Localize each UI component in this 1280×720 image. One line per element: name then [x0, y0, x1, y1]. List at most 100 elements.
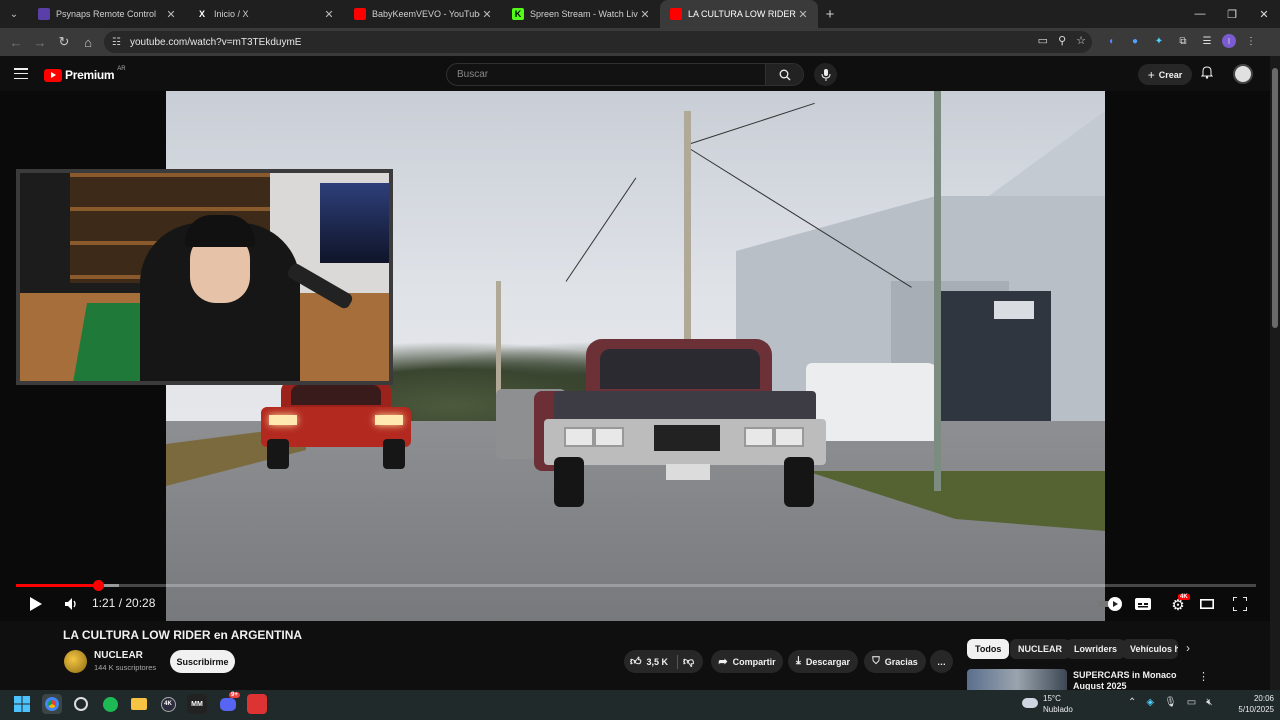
video-player[interactable] [0, 91, 1270, 621]
spotify-taskbar-icon[interactable] [100, 694, 120, 714]
close-window-button[interactable]: ✕ [1248, 0, 1280, 28]
reload-icon[interactable]: ↻ [52, 30, 76, 54]
tab-title: BabyKeemVEVO - YouTube [372, 9, 480, 19]
video-building-sign [994, 301, 1034, 319]
home-icon[interactable]: ⌂ [76, 30, 100, 54]
forward-icon[interactable]: → [28, 30, 52, 54]
thanks-label: Gracias [884, 656, 918, 667]
tab-title: Inicio / X [214, 9, 249, 19]
bookmark-star-icon[interactable]: ☆ [1076, 34, 1086, 47]
zoom-icon[interactable]: ⚲ [1058, 34, 1066, 47]
network-icon[interactable]: ◈ [1146, 697, 1154, 708]
system-clock[interactable]: 20:06 5/10/2025 [1222, 693, 1274, 715]
browser-tab-5-active[interactable]: LA CULTURA LOW RIDER en AR ✕ [660, 0, 818, 28]
scrollbar-thumb[interactable] [1272, 68, 1278, 328]
new-tab-button[interactable]: + [818, 6, 842, 23]
close-tab-icon[interactable]: ✕ [638, 8, 652, 21]
profile-icon[interactable]: I [1222, 34, 1236, 48]
discord-taskbar-icon[interactable]: 9+ [218, 692, 240, 714]
puzzle-icon[interactable]: ⧉ [1174, 32, 1192, 50]
play-button[interactable] [26, 596, 44, 612]
app-mm-taskbar-icon[interactable]: MM [187, 694, 207, 714]
chrome-taskbar-icon[interactable] [42, 694, 62, 714]
extension-icon[interactable]: ◖ [1102, 32, 1120, 50]
mic-icon [821, 68, 830, 81]
recommendation-thumbnail[interactable] [967, 669, 1067, 691]
account-avatar[interactable] [1233, 64, 1253, 84]
chevron-right-icon[interactable]: › [1186, 641, 1190, 655]
back-icon[interactable]: ← [4, 30, 28, 54]
search-button[interactable] [765, 64, 803, 85]
file-explorer-taskbar-icon[interactable] [129, 694, 149, 714]
app-4k-taskbar-icon[interactable]: 4K [158, 694, 178, 714]
kebab-menu-icon[interactable]: ⋮ [1242, 32, 1260, 50]
microphone-icon[interactable]: 🎙︎ [1164, 697, 1177, 708]
browser-tab-1[interactable]: Psynaps Remote Control ✕ [28, 0, 186, 28]
search-box[interactable]: Buscar [446, 63, 804, 86]
extension-icon[interactable]: ✦ [1150, 32, 1168, 50]
youtube-favicon-icon [354, 8, 366, 20]
weather-widget[interactable]: 15°C Nublado [1043, 693, 1073, 715]
close-tab-icon[interactable]: ✕ [164, 8, 178, 21]
chip-todos[interactable]: Todos [967, 639, 1010, 659]
weather-icon[interactable] [1020, 693, 1040, 713]
chip-vehiculos[interactable]: Vehículos h [1122, 639, 1178, 659]
site-info-icon[interactable]: ☷ [112, 37, 128, 48]
game-taskbar-icon[interactable] [247, 694, 267, 714]
subtitles-button[interactable] [1134, 596, 1152, 612]
more-actions-button[interactable]: … [930, 650, 953, 673]
recommendation-more-icon[interactable]: ⋮ [1198, 670, 1209, 683]
minimize-button[interactable]: — [1184, 0, 1216, 28]
weather-temp: 15°C [1043, 694, 1061, 703]
chevron-up-icon[interactable]: ⌃ [1128, 697, 1136, 708]
search-input[interactable]: Buscar [447, 64, 765, 85]
dislike-button[interactable]: 👎︎ [683, 655, 694, 668]
theater-icon [1200, 599, 1214, 609]
close-tab-icon[interactable]: ✕ [322, 8, 336, 21]
volume-muted-icon[interactable]: 🔇︎ [1206, 697, 1212, 708]
create-button[interactable]: + Crear [1138, 64, 1192, 85]
theater-mode-button[interactable] [1198, 596, 1216, 612]
settings-button[interactable]: ⚙ 4K [1166, 594, 1190, 614]
obs-taskbar-icon[interactable] [71, 694, 91, 714]
channel-avatar[interactable] [64, 650, 87, 673]
thanks-button[interactable]: ⛉ Gracias [864, 650, 926, 673]
restore-button[interactable]: ❐ [1216, 0, 1248, 28]
browser-tab-4[interactable]: K Spreen Stream - Watch Live on ✕ [502, 0, 660, 28]
x-favicon-icon: X [198, 9, 205, 19]
fullscreen-button[interactable] [1231, 596, 1249, 612]
extension-icon[interactable]: ● [1126, 32, 1144, 50]
subscriber-count: 144 K suscriptores [94, 663, 157, 672]
display-icon[interactable]: ▭ [1187, 697, 1196, 708]
browser-tab-3[interactable]: BabyKeemVEVO - YouTube ✕ [344, 0, 502, 28]
progress-bar[interactable] [16, 580, 1256, 591]
close-tab-icon[interactable]: ✕ [796, 8, 810, 21]
like-button[interactable]: 👍︎ 3,5 K [630, 655, 668, 668]
address-bar[interactable]: ☷ youtube.com/watch?v=mT3TEkduymE ▭ ⚲ ☆ [104, 31, 1092, 53]
cast-icon[interactable]: ▭ [1038, 34, 1048, 47]
video-red-car [261, 381, 411, 471]
close-tab-icon[interactable]: ✕ [480, 8, 494, 21]
notifications-bell-icon[interactable] [1200, 66, 1214, 82]
voice-search-button[interactable] [814, 63, 837, 86]
scrubber-handle[interactable] [92, 580, 104, 591]
youtube-premium-logo[interactable]: Premium AR [44, 66, 126, 82]
menu-icon[interactable] [14, 68, 28, 79]
plus-icon: + [1147, 67, 1155, 82]
volume-button[interactable] [62, 596, 80, 612]
system-tray: ⌃ ◈ 🎙︎ ▭ 🔇︎ [1128, 697, 1213, 708]
autoplay-toggle[interactable] [1098, 596, 1124, 612]
tab-search-icon[interactable]: ⌄ [0, 0, 28, 28]
channel-name[interactable]: NUCLEAR [94, 650, 143, 661]
subscribe-button[interactable]: Suscribirme [170, 650, 235, 673]
page-scrollbar[interactable] [1270, 56, 1280, 691]
browser-tab-2[interactable]: X Inicio / X ✕ [186, 0, 344, 28]
chip-lowriders[interactable]: Lowriders [1066, 639, 1126, 659]
recommendation-title[interactable]: SUPERCARS in Monaco August 2025 [1073, 670, 1193, 690]
clock-date: 5/10/2025 [1238, 705, 1274, 714]
chip-nuclear[interactable]: NUCLEAR [1010, 639, 1070, 659]
download-button[interactable]: ⤓ Descargar [788, 650, 858, 673]
share-button[interactable]: ➦ Compartir [711, 650, 783, 673]
reading-list-icon[interactable]: ☰ [1198, 32, 1216, 50]
windows-start-icon[interactable] [12, 694, 32, 714]
